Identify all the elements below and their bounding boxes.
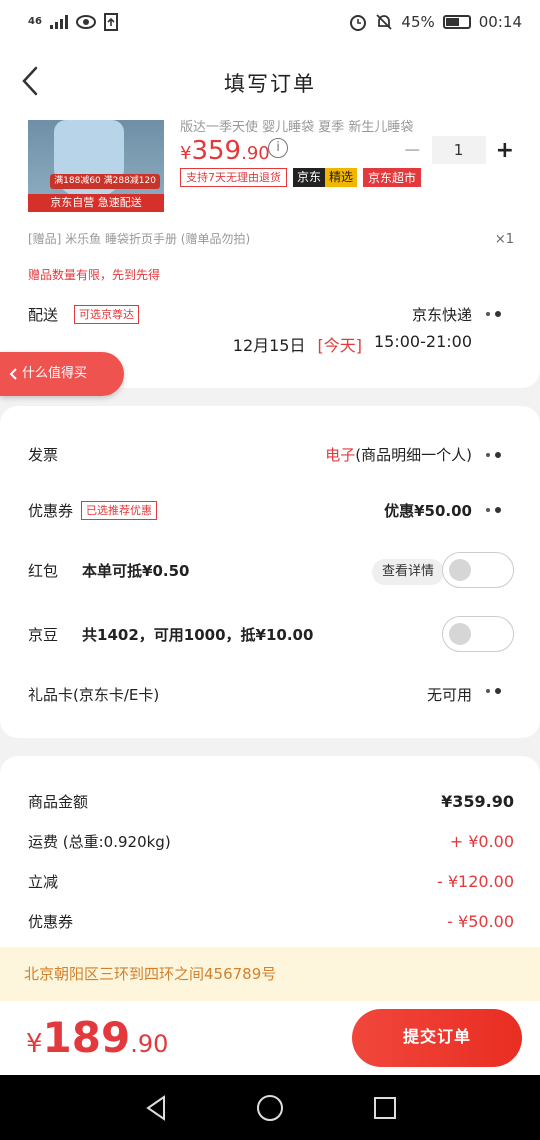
price-dec: .90 <box>241 143 270 164</box>
more-dots-icon[interactable] <box>486 309 514 319</box>
coupon-summary-value: - ¥50.00 <box>447 911 514 931</box>
total-yen: ¥ <box>26 1029 43 1059</box>
checkout-bar: ¥ 189 .90 提交订单 <box>0 1001 540 1075</box>
redpacket-text: 本单可抵¥0.50 <box>82 561 190 580</box>
upload-icon <box>103 13 118 31</box>
more-dots-icon[interactable] <box>486 450 514 460</box>
nav-back-icon[interactable] <box>144 1095 168 1121</box>
coupon-tag: 已选推荐优惠 <box>81 500 158 520</box>
price-int: 359 <box>191 136 242 166</box>
product-price: ¥ 359 .90 <box>180 136 270 166</box>
shipping-label: 配送 <box>28 306 59 324</box>
giftcard-label: 礼品卡(京东卡/E卡) <box>28 685 160 704</box>
jd-tag-text: 京东 <box>293 168 326 187</box>
redpacket-toggle[interactable] <box>442 552 514 588</box>
battery-percent: 45% <box>401 13 435 31</box>
battery-icon <box>442 15 471 29</box>
jingdou-label: 京豆 <box>28 625 59 644</box>
summary-row: 立减 - ¥120.00 <box>28 867 514 895</box>
invoice-row[interactable]: 发票 电子(商品明细一个人) <box>28 434 514 474</box>
summary-row: 运费 (总重:0.920kg) + ¥0.00 <box>28 827 514 855</box>
status-bar: 46 45% 00:14 <box>0 0 540 44</box>
increase-button[interactable]: + <box>496 138 514 163</box>
invoice-label: 发票 <box>28 445 59 464</box>
more-dots-icon[interactable] <box>486 505 514 515</box>
coupon-value: 优惠¥50.00 <box>384 501 472 520</box>
summary-row: 优惠券 - ¥50.00 <box>28 907 514 935</box>
toggle-knob <box>449 623 471 645</box>
signal-icon <box>49 15 68 29</box>
product-card: 满188减60 满288减120 京东自营 急速配送 版达一季天使 婴儿睡袋 夏… <box>0 120 540 388</box>
freight-value: + ¥0.00 <box>449 831 514 851</box>
floating-pill-button[interactable]: 什么值得买 <box>0 352 124 396</box>
alarm-icon <box>350 15 367 31</box>
jingdou-toggle[interactable] <box>442 616 514 652</box>
giftcard-value: 无可用 <box>426 685 472 704</box>
product-title[interactable]: 版达一季天使 婴儿睡袋 夏季 新生儿睡袋 <box>180 116 413 135</box>
shipping-time[interactable]: 12月15日 [今天] 15:00-21:00 <box>233 332 472 356</box>
freight-label: 运费 (总重:0.920kg) <box>28 832 171 851</box>
pill-label: 什么值得买 <box>22 366 88 381</box>
page-title: 填写订单 <box>224 72 316 96</box>
order-options-card: 发票 电子(商品明细一个人) 优惠券 已选推荐优惠 优惠¥50.00 红包 本单… <box>0 406 540 738</box>
gift-item: [赠品] 米乐鱼 睡袋折页手册 (赠单品勿拍) <box>28 232 251 246</box>
nav-home-icon[interactable] <box>257 1095 283 1121</box>
return-policy-tag: 支持7天无理由退货 <box>180 168 287 187</box>
summary-row: 商品金额 ¥359.90 <box>28 787 514 815</box>
nav-recent-icon[interactable] <box>374 1097 396 1119</box>
jingxuan-tag-text: 精选 <box>325 168 358 187</box>
invoice-detail: (商品明细一个人) <box>355 445 472 464</box>
quantity-stepper: − 1 + <box>403 136 514 164</box>
total-int: 189 <box>42 1013 131 1062</box>
image-promo-badge: 满188减60 满288减120 <box>50 174 160 189</box>
image-banner: 京东自营 急速配送 <box>28 194 164 212</box>
jd-jingxuan-tag: 京东 精选 <box>293 168 358 187</box>
page-header: 填写订单 <box>0 44 540 120</box>
giftcard-row[interactable]: 礼品卡(京东卡/E卡) 无可用 <box>28 674 514 714</box>
invoice-value: 电子(商品明细一个人) <box>325 444 472 465</box>
delivery-address[interactable]: 北京朝阳区三环到四环之间456789号 <box>0 947 540 1001</box>
total-price: ¥ 189 .90 <box>26 1013 168 1062</box>
shipping-method[interactable]: 京东快递 <box>412 304 472 325</box>
shipping-day: [今天] <box>317 336 363 355</box>
price-yen: ¥ <box>180 143 192 164</box>
toggle-knob <box>449 559 471 581</box>
jingdou-text: 共1402，可用1000，抵¥10.00 <box>82 625 314 644</box>
gift-limit-notice: 赠品数量有限，先到先得 <box>28 268 161 282</box>
coupon-label: 优惠券 <box>28 501 74 520</box>
redpacket-label: 红包 <box>28 561 59 580</box>
network-type: 46 <box>28 16 42 27</box>
clock: 00:14 <box>478 13 522 31</box>
product-tags: 支持7天无理由退货 京东 精选 京东超市 <box>180 168 422 187</box>
gift-quantity: ×1 <box>494 232 514 247</box>
quantity-input[interactable]: 1 <box>431 136 486 164</box>
amount-label: 商品金额 <box>28 792 89 811</box>
shipping-window: 15:00-21:00 <box>374 332 472 351</box>
system-nav-bar <box>0 1075 540 1140</box>
total-dec: .90 <box>130 1030 169 1058</box>
discount-label: 立减 <box>28 872 59 891</box>
mute-bell-icon <box>376 14 393 30</box>
discount-value: - ¥120.00 <box>436 871 514 891</box>
decrease-button[interactable]: − <box>403 138 421 163</box>
product-image[interactable]: 满188减60 满288减120 京东自营 急速配送 <box>28 120 164 212</box>
shipping-option-tag[interactable]: 可选京尊达 <box>74 305 139 324</box>
jd-supermarket-tag: 京东超市 <box>363 168 422 187</box>
amount-value: ¥359.90 <box>441 791 514 811</box>
invoice-type: 电子 <box>325 445 356 464</box>
more-dots-icon[interactable] <box>486 686 514 696</box>
shipping-date: 12月15日 <box>232 336 306 355</box>
view-details-button[interactable]: 查看详情 <box>371 559 444 585</box>
coupon-row[interactable]: 优惠券 已选推荐优惠 优惠¥50.00 <box>28 490 514 530</box>
eye-icon <box>75 15 96 29</box>
info-icon[interactable]: i <box>268 138 288 158</box>
chevron-left-icon <box>9 367 17 380</box>
coupon-summary-label: 优惠券 <box>28 912 74 931</box>
submit-order-button[interactable]: 提交订单 <box>352 1009 522 1067</box>
